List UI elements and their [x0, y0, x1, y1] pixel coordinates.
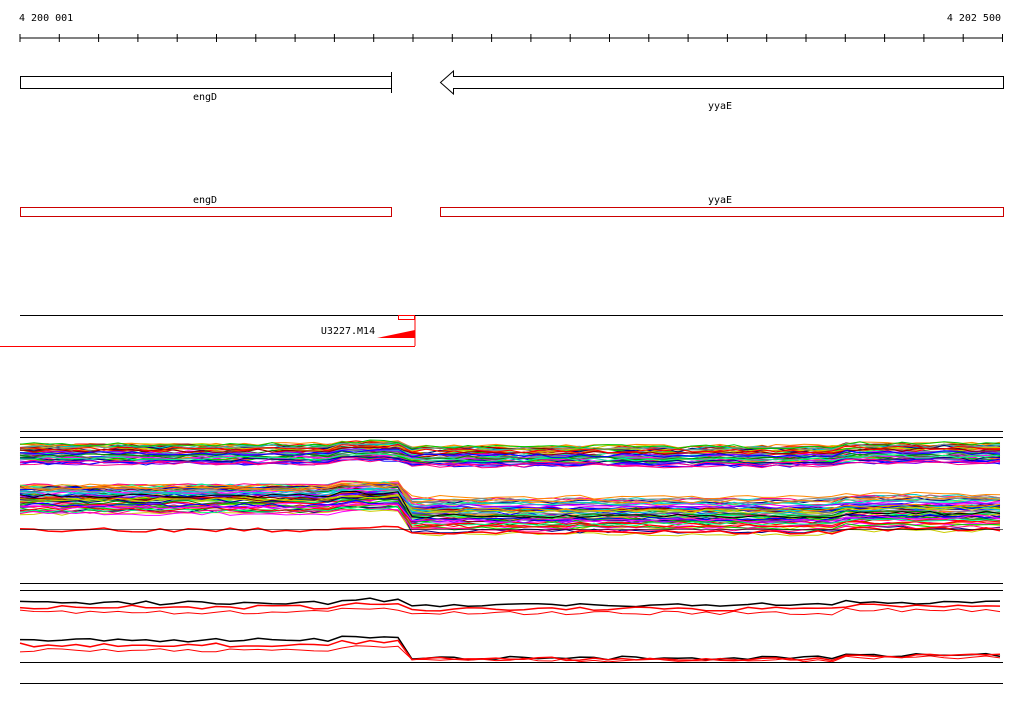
expression-traces-1 — [19, 439, 1001, 537]
probe-track — [0, 315, 1003, 347]
cds-track — [20, 207, 1004, 217]
probe-label[interactable]: U3227.M14 — [321, 326, 375, 337]
gene-yyaE-arrow[interactable] — [439, 69, 1004, 96]
expression-panel-1 — [19, 431, 1003, 537]
gene-yyaE-label[interactable]: yyaE — [708, 101, 732, 112]
expression-traces-2 — [19, 597, 1001, 663]
probe-wedge[interactable] — [377, 330, 415, 338]
expression-trace — [19, 635, 1001, 661]
expression-trace — [19, 607, 1001, 616]
cds-yyaE-box[interactable] — [440, 207, 1004, 217]
cds-engD-box[interactable] — [20, 207, 392, 217]
gene-engD-label[interactable]: engD — [193, 92, 217, 103]
expression-panel-2 — [19, 583, 1003, 684]
cds-engD-label[interactable]: engD — [193, 195, 217, 206]
ruler-end-coordinate: 4 202 500 — [946, 13, 1001, 24]
gene-engD-arrow[interactable] — [20, 76, 392, 89]
probe-marker-box[interactable] — [398, 315, 415, 320]
gene-track — [20, 69, 1004, 96]
genome-browser-canvas — [0, 34, 1004, 684]
ruler-start-coordinate: 4 200 001 — [19, 13, 74, 24]
coordinate-ruler — [19, 34, 1003, 42]
cds-yyaE-label[interactable]: yyaE — [708, 195, 732, 206]
